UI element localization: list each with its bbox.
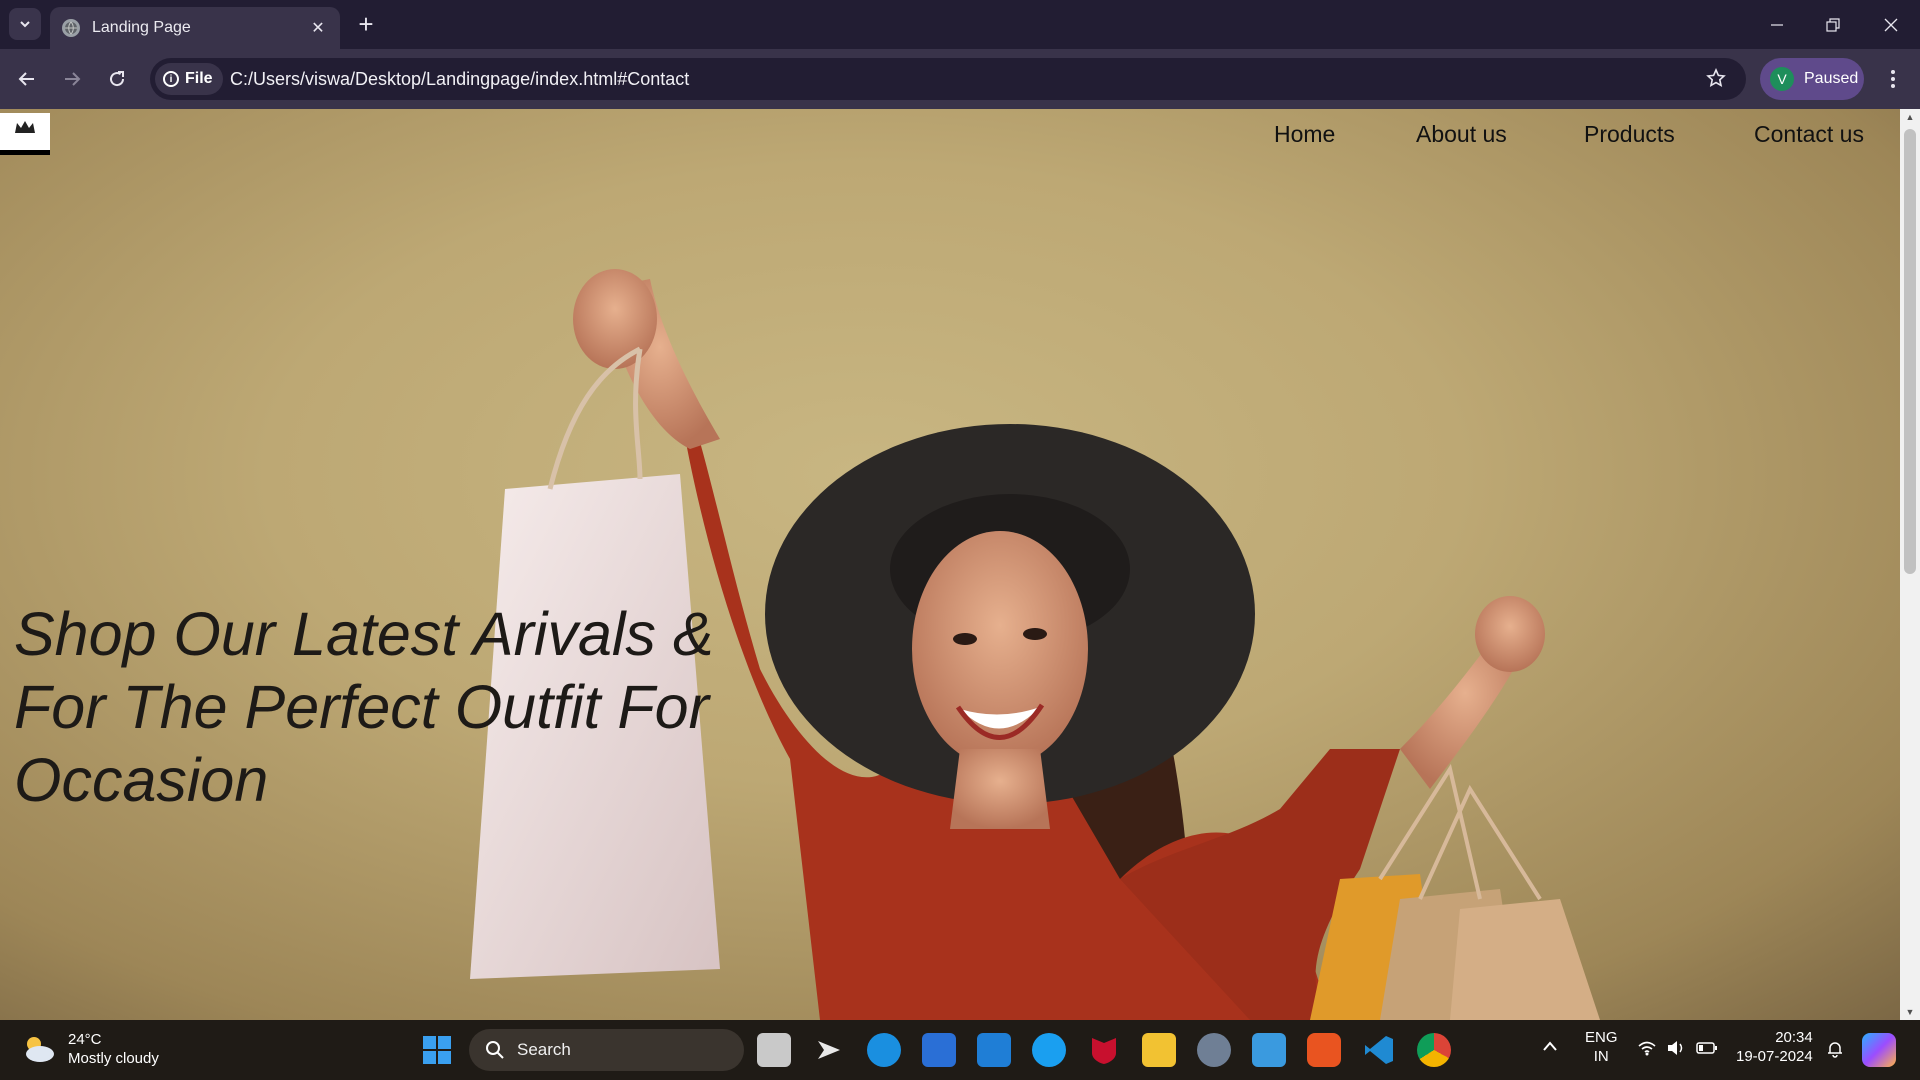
globe-icon	[62, 19, 80, 37]
chrome-icon[interactable]	[1417, 1033, 1451, 1067]
avatar: V	[1770, 67, 1794, 91]
start-button[interactable]	[420, 1033, 454, 1067]
info-icon: i	[163, 71, 179, 87]
taskbar-search[interactable]: Search	[469, 1029, 744, 1071]
cloud-sun-icon	[26, 1037, 54, 1062]
nav-home[interactable]: Home	[1274, 121, 1335, 148]
page-scrollbar[interactable]: ▲ ▼	[1900, 109, 1920, 1020]
file-explorer-icon[interactable]	[1142, 1033, 1176, 1067]
page-viewport: Home About us Products Contact us Shop O…	[0, 109, 1920, 1020]
ubuntu-icon[interactable]	[1307, 1033, 1341, 1067]
copilot-preview-icon[interactable]	[1862, 1033, 1896, 1067]
clock[interactable]: 20:34 19-07-2024	[1736, 1028, 1813, 1066]
taskbar: 24°C Mostly cloudy Search ENG IN 20:34 1…	[0, 1020, 1920, 1080]
url-text[interactable]: C:/Users/viswa/Desktop/Landingpage/index…	[230, 69, 689, 90]
language-indicator[interactable]: ENG IN	[1585, 1028, 1618, 1066]
address-bar[interactable]: i File C:/Users/viswa/Desktop/Landingpag…	[150, 58, 1746, 100]
weather-desc: Mostly cloudy	[68, 1050, 159, 1067]
profile-button[interactable]: V Paused	[1760, 58, 1864, 100]
chevron-down-icon	[20, 21, 30, 28]
arrow-left-icon	[18, 72, 34, 86]
chevron-up-icon[interactable]	[1542, 1038, 1558, 1057]
wifi-icon[interactable]	[1637, 1040, 1657, 1061]
scrollbar-thumb[interactable]	[1904, 129, 1916, 574]
tab-strip: Landing Page ✕ +	[0, 0, 1920, 49]
mcafee-icon[interactable]	[1087, 1033, 1121, 1067]
active-tab[interactable]: Landing Page ✕	[50, 7, 340, 49]
reload-button[interactable]	[100, 62, 134, 96]
site-info-label: File	[185, 70, 213, 87]
bookmark-star-icon[interactable]	[1706, 68, 1726, 93]
minimize-button[interactable]	[1749, 0, 1805, 49]
hero-heading: Shop Our Latest Arivals & For The Perfec…	[14, 598, 774, 817]
clock-date: 19-07-2024	[1736, 1048, 1813, 1065]
browser-toolbar: i File C:/Users/viswa/Desktop/Landingpag…	[0, 49, 1920, 109]
forward-button[interactable]	[55, 62, 89, 96]
copilot-icon[interactable]	[812, 1033, 846, 1067]
notepad-icon[interactable]	[1252, 1033, 1286, 1067]
reload-icon	[110, 71, 125, 87]
language-region: IN	[1593, 1048, 1609, 1065]
close-window-button[interactable]	[1863, 0, 1919, 49]
clock-time: 20:34	[1775, 1029, 1813, 1046]
myhp-icon[interactable]	[977, 1033, 1011, 1067]
hero-heading-line: For The Perfect Outfit For	[14, 673, 709, 741]
search-icon	[486, 1041, 504, 1059]
more-vertical-icon	[1891, 70, 1895, 88]
nav-products[interactable]: Products	[1584, 121, 1675, 148]
nav-contact[interactable]: Contact us	[1754, 121, 1864, 148]
tab-title: Landing Page	[92, 19, 191, 36]
restore-icon	[1826, 17, 1840, 32]
hero-heading-line: Occasion	[14, 746, 269, 814]
language-code: ENG	[1585, 1029, 1618, 1046]
volume-icon[interactable]	[1666, 1040, 1686, 1061]
weather-widget[interactable]: 24°C Mostly cloudy	[20, 1030, 159, 1068]
vscode-icon[interactable]	[1362, 1033, 1396, 1067]
back-button[interactable]	[10, 62, 44, 96]
crown-icon	[15, 121, 35, 133]
minimize-icon	[1771, 23, 1783, 26]
site-info-chip[interactable]: i File	[155, 63, 223, 95]
tab-search-button[interactable]	[9, 8, 41, 40]
settings-gear-icon[interactable]	[1197, 1033, 1231, 1067]
scroll-down-arrow-icon[interactable]: ▼	[1905, 1007, 1915, 1017]
new-tab-button[interactable]: +	[352, 9, 380, 39]
nav-about[interactable]: About us	[1416, 121, 1507, 148]
search-placeholder: Search	[517, 1040, 571, 1059]
hero-heading-line: Shop Our Latest Arivals &	[14, 600, 714, 668]
menu-button[interactable]	[1876, 62, 1910, 96]
battery-icon[interactable]	[1696, 1041, 1718, 1060]
site-logo[interactable]	[0, 113, 50, 155]
windows-icon	[423, 1036, 451, 1064]
scroll-up-arrow-icon[interactable]: ▲	[1905, 112, 1915, 122]
close-icon	[1884, 18, 1898, 31]
arrow-right-icon	[65, 72, 81, 86]
task-view-icon[interactable]	[757, 1033, 791, 1067]
weather-temp: 24°C	[68, 1031, 102, 1048]
hero-background-image	[470, 269, 1600, 1020]
notification-bell-icon[interactable]	[1826, 1040, 1844, 1063]
help-icon[interactable]	[1032, 1033, 1066, 1067]
profile-status: Paused	[1804, 70, 1859, 87]
edge-browser-icon[interactable]	[867, 1033, 901, 1067]
close-tab-icon[interactable]: ✕	[308, 18, 328, 38]
microsoft-store-icon[interactable]	[922, 1033, 956, 1067]
restore-button[interactable]	[1805, 0, 1861, 49]
